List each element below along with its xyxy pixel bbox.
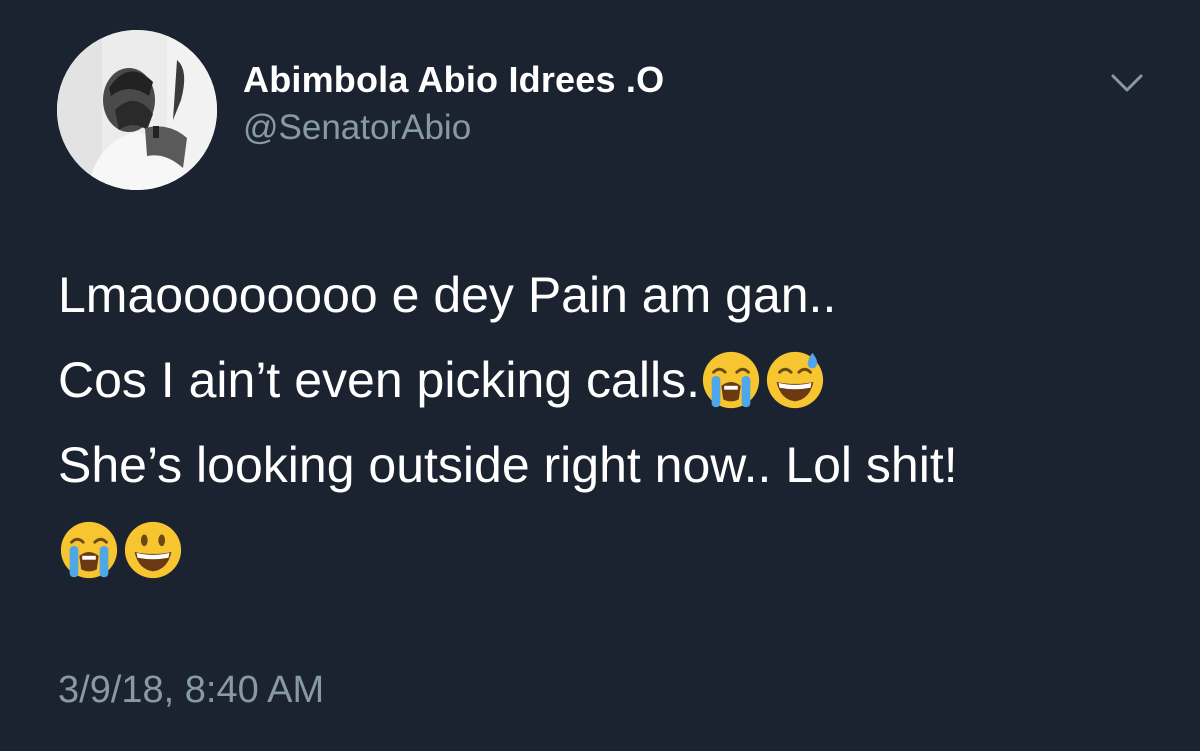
user-names: Abimbola Abio Idrees .O @SenatorAbio: [243, 60, 664, 148]
display-name[interactable]: Abimbola Abio Idrees .O: [243, 60, 664, 100]
tweet-line: Cos I ain’t even picking calls.: [58, 350, 1168, 410]
user-handle[interactable]: @SenatorAbio: [243, 108, 664, 148]
avatar-photo: [57, 30, 217, 190]
grinning-face-icon: [122, 519, 184, 581]
tweet-header: Abimbola Abio Idrees .O @SenatorAbio: [57, 30, 1157, 190]
tweet-text-line-2: Cos I ain’t even picking calls.: [58, 352, 700, 408]
avatar[interactable]: [57, 30, 217, 190]
tweet-line: Lmaoooooooo e dey Pain am gan..: [58, 265, 1168, 325]
tweet-timestamp[interactable]: 3/9/18, 8:40 AM: [58, 668, 324, 712]
tweet-line: [58, 520, 1168, 580]
tweet-card: Abimbola Abio Idrees .O @SenatorAbio Lma…: [0, 0, 1200, 751]
grinning-face-with-sweat-icon: [764, 349, 826, 411]
tweet-line: She’s looking outside right now.. Lol sh…: [58, 435, 1168, 495]
loudly-crying-face-icon: [700, 349, 762, 411]
tweet-text: Lmaoooooooo e dey Pain am gan.. Cos I ai…: [58, 265, 1168, 605]
tweet-text-line-1: Lmaoooooooo e dey Pain am gan..: [58, 267, 837, 323]
loudly-crying-face-icon: [58, 519, 120, 581]
tweet-text-line-3: She’s looking outside right now.. Lol sh…: [58, 437, 958, 493]
chevron-down-icon[interactable]: [1107, 68, 1147, 98]
